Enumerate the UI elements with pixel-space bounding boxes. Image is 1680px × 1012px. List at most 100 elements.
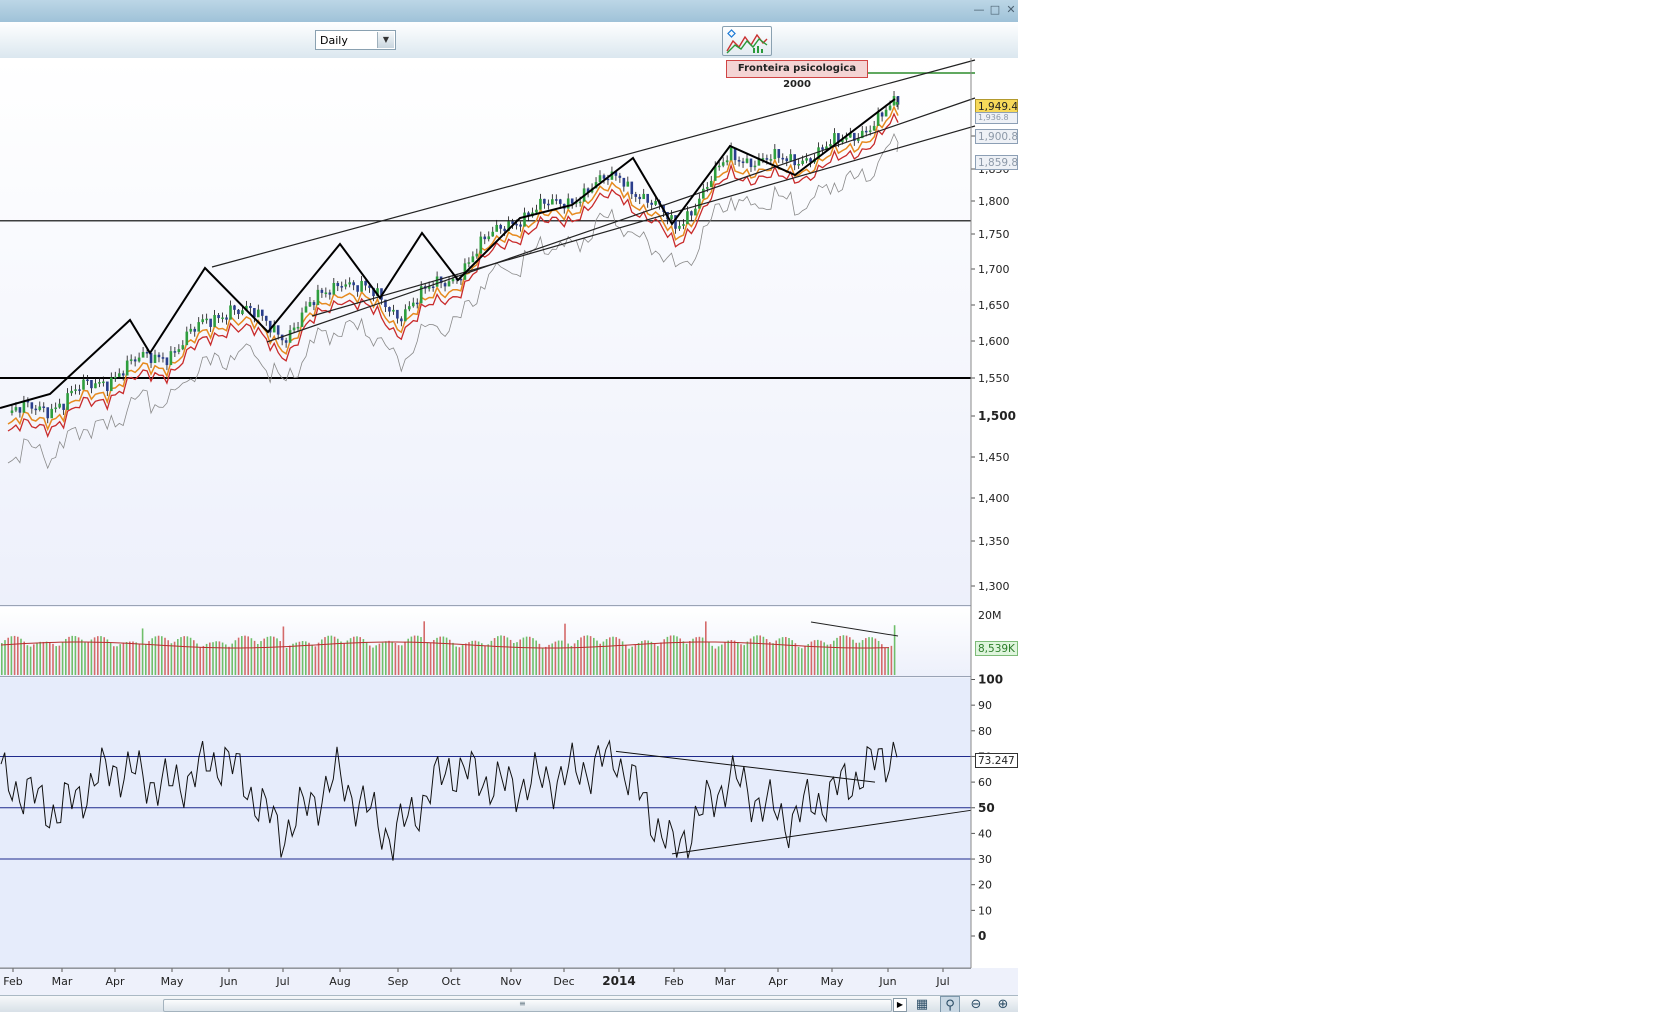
price-axis-tick-label: 1,350 <box>978 535 1010 548</box>
minimize-icon[interactable]: — <box>972 3 986 17</box>
candle-body <box>18 407 22 413</box>
candle-body <box>535 209 538 213</box>
candle-body <box>523 212 526 227</box>
volume-bar <box>189 637 192 675</box>
volume-bar <box>106 639 109 675</box>
volume-bar <box>865 638 867 675</box>
candle-body <box>54 407 57 410</box>
time-axis-label: Apr <box>105 975 125 988</box>
time-axis-label: 2014 <box>602 974 635 988</box>
volume-bar <box>647 640 649 675</box>
candle-body <box>113 376 117 379</box>
cloud-band <box>7 132 899 470</box>
candle-body <box>753 165 757 168</box>
candle-body <box>654 200 657 205</box>
volume-bar <box>273 636 275 675</box>
candle-body <box>547 203 550 206</box>
volume-bar <box>61 641 64 675</box>
price-axis-tick-label: 1,700 <box>978 263 1010 276</box>
chevron-down-icon[interactable]: ▼ <box>377 32 394 48</box>
candle-body <box>121 373 125 376</box>
price-axis-tick-label: 1,450 <box>978 451 1010 464</box>
candle-body <box>499 224 502 229</box>
short-moving-average <box>7 105 899 432</box>
volume-bar <box>781 637 784 675</box>
indicator-icon[interactable]: ▦ <box>912 996 932 1012</box>
volume-bar <box>109 642 112 675</box>
zoom-select-icon[interactable]: ⚲ <box>940 996 960 1012</box>
period-select[interactable]: Daily ▼ <box>315 30 396 50</box>
volume-bar <box>801 648 803 675</box>
volume-bar <box>148 641 150 675</box>
volume-bar <box>129 641 131 675</box>
volume-bar <box>525 636 528 675</box>
volume-bar <box>260 641 262 675</box>
candle-body <box>276 325 280 335</box>
candle-body <box>864 130 868 133</box>
volume-bar <box>580 637 582 675</box>
candle-body <box>106 381 109 392</box>
volume-bar <box>871 637 873 675</box>
volume-bar <box>305 641 307 675</box>
price-axis-tick-label: 1,400 <box>978 492 1010 505</box>
time-scrollbar[interactable]: ≡ ▶ ▦ ⚲ ⊖ ⊕ <box>0 995 1018 1012</box>
volume-bar <box>695 637 697 675</box>
candle-body <box>201 319 204 323</box>
volume-bar <box>45 641 48 675</box>
volume-bar <box>740 644 742 675</box>
scroll-right-icon[interactable]: ▶ <box>893 998 907 1012</box>
candle-body <box>694 208 697 216</box>
candle-body <box>404 309 407 322</box>
candle-body <box>479 236 483 254</box>
candle-body <box>642 193 646 200</box>
volume-bar <box>874 638 877 675</box>
volume-bar <box>852 639 854 675</box>
candle-body <box>447 281 451 287</box>
axes: 1,9001,8501,8001,7501,7001,6501,6001,550… <box>0 58 1016 988</box>
volume-bar <box>1 643 3 675</box>
candle-body <box>821 147 824 150</box>
time-axis-label: Jun <box>219 975 237 988</box>
volume-bar <box>631 646 633 675</box>
candle-body <box>217 314 220 319</box>
volume-bar <box>724 642 726 675</box>
volume-bar <box>55 646 57 675</box>
scroll-grip-icon[interactable]: ≡ <box>519 999 526 1008</box>
candle-body <box>769 159 773 161</box>
candle-body <box>102 381 105 384</box>
candle-body <box>257 309 260 318</box>
candle-body <box>117 373 121 377</box>
candle-body <box>737 160 741 162</box>
volume-bar <box>429 642 432 675</box>
volume-axis-label: 20M <box>978 609 1002 622</box>
volume-bar <box>404 641 406 675</box>
close-icon[interactable]: ✕ <box>1004 3 1018 17</box>
chart-application-window: — □ ✕ Daily ▼ 1,9001,8501,8001,7501,7001… <box>0 0 1018 1012</box>
candle-body <box>781 157 785 160</box>
candle-body <box>66 393 69 410</box>
volume-bar <box>737 642 739 675</box>
psychological-frontier-annotation[interactable]: Fronteira psicologica 2000 <box>726 60 868 90</box>
volume-trend-line <box>810 621 899 637</box>
title-bar: — □ ✕ <box>0 0 1018 22</box>
volume-bar <box>212 642 214 675</box>
volume-bar <box>493 638 496 675</box>
zoom-out-icon[interactable]: ⊖ <box>966 996 986 1012</box>
volume-bar <box>628 648 630 675</box>
chart-style-button[interactable] <box>722 26 772 56</box>
candle-body <box>58 403 61 408</box>
chart-canvas[interactable]: 1,9001,8501,8001,7501,7001,6501,6001,550… <box>0 58 1018 1011</box>
candle-body <box>717 165 721 168</box>
volume-bar <box>442 636 445 675</box>
rsi-value-tag: 73.247 <box>975 753 1018 768</box>
candle-body <box>539 198 542 210</box>
volume-bar <box>452 642 454 675</box>
rsi-chart <box>0 739 972 861</box>
maximize-icon[interactable]: □ <box>988 3 1002 17</box>
volume-bar <box>679 638 681 675</box>
volume-bar <box>426 642 429 675</box>
candle-body <box>467 262 471 264</box>
volume-bar <box>644 640 646 675</box>
scroll-track[interactable]: ≡ <box>163 999 892 1012</box>
zoom-in-icon[interactable]: ⊕ <box>993 996 1013 1012</box>
